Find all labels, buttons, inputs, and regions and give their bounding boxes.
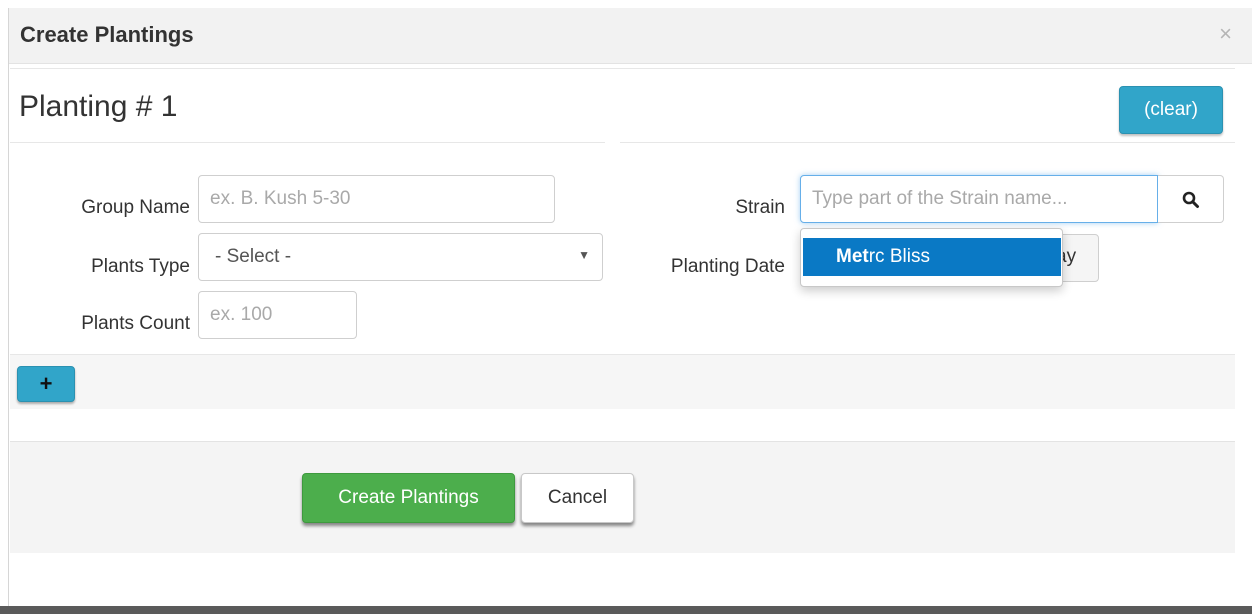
plants-count-input[interactable] [198, 291, 357, 339]
divider [620, 142, 1235, 143]
background-page-strip [0, 606, 1252, 614]
planting-date-label: Planting Date [670, 256, 785, 277]
autocomplete-item[interactable]: Metrc Bliss [803, 238, 1061, 276]
plants-count-label: Plants Count [81, 313, 190, 334]
plants-type-selected: - Select - [215, 246, 292, 267]
strain-label: Strain [735, 197, 785, 218]
add-planting-area [10, 354, 1235, 409]
add-planting-button[interactable]: + [17, 366, 75, 402]
group-name-label: Group Name [81, 197, 190, 218]
divider [10, 142, 605, 143]
plants-type-label: Plants Type [91, 256, 190, 277]
close-icon[interactable]: × [1219, 22, 1232, 46]
autocomplete-rest-text: rc Bliss [868, 246, 930, 267]
search-icon [1182, 191, 1199, 208]
strain-autocomplete-dropdown: Metrc Bliss [800, 228, 1063, 287]
autocomplete-match-text: Met [836, 246, 869, 267]
cancel-button[interactable]: Cancel [521, 473, 634, 523]
planting-heading: Planting # 1 [19, 90, 178, 123]
plants-type-select[interactable]: - Select - ▼ [198, 233, 603, 281]
modal-title: Create Plantings [20, 22, 194, 47]
modal-header: Create Plantings × [9, 8, 1252, 64]
plus-icon: + [39, 371, 53, 396]
divider [10, 68, 1235, 69]
chevron-down-icon: ▼ [578, 248, 590, 262]
strain-input[interactable] [800, 175, 1158, 223]
group-name-input[interactable] [198, 175, 555, 223]
clear-button[interactable]: (clear) [1119, 86, 1223, 134]
strain-search-button[interactable] [1158, 175, 1224, 223]
create-plantings-button[interactable]: Create Plantings [302, 473, 515, 523]
